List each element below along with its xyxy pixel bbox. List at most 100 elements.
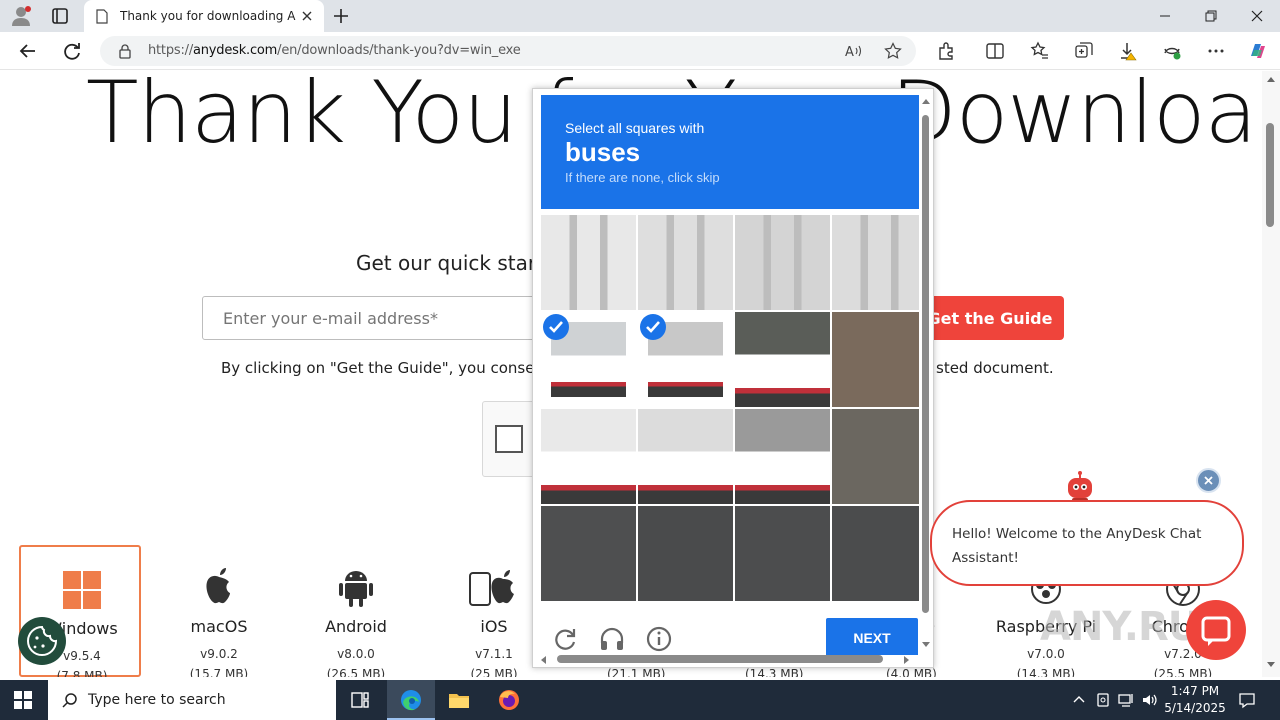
captcha-tile[interactable] [832,506,919,601]
page-scrollbar[interactable] [1262,71,1280,677]
captcha-tile[interactable] [638,506,733,601]
os-name: macOS [190,617,248,636]
get-guide-button[interactable]: Get the Guide [916,296,1064,340]
captcha-target: buses [565,137,641,167]
restore-button[interactable] [1188,0,1234,32]
captcha-tile[interactable] [638,409,733,504]
tab-actions-icon[interactable] [50,6,70,26]
captcha-tile[interactable] [541,409,636,504]
captcha-hscroll-thumb[interactable] [557,655,883,663]
downloads-icon[interactable] [1118,41,1138,61]
scroll-up-icon[interactable] [1266,75,1276,83]
captcha-tile[interactable] [735,409,830,504]
close-window-button[interactable] [1234,0,1280,32]
recaptcha-checkbox[interactable] [495,425,523,453]
minimize-icon [1160,15,1170,17]
captcha-header: Select all squares with buses If there a… [541,95,919,209]
chat-icon [1201,616,1231,646]
captcha-scroll-right-icon[interactable] [903,655,911,665]
restore-icon [1205,10,1217,22]
captcha-tile-image [735,409,830,504]
scrollbar-thumb[interactable] [1266,123,1274,227]
captcha-tile-image [638,409,733,504]
favorite-star-icon[interactable] [884,42,902,60]
split-screen-icon[interactable] [985,41,1005,61]
show-hidden-icons-icon[interactable] [1070,691,1088,709]
system-clock[interactable]: 1:47 PM 5/14/2025 [1164,683,1226,717]
more-options-icon[interactable] [1206,41,1226,61]
info-icon[interactable] [645,625,673,653]
reload-icon[interactable] [551,625,579,653]
os-size-partial: (4.0 MB) [886,667,937,677]
back-icon[interactable] [17,40,39,62]
chat-welcome-bubble[interactable]: Hello! Welcome to the AnyDesk Chat Assis… [930,500,1244,586]
captcha-scroll-left-icon[interactable] [539,655,547,665]
captcha-tile[interactable] [541,506,636,601]
audio-challenge-icon[interactable] [598,625,626,653]
os-size: (25.5 MB) [1153,667,1213,677]
collections-icon[interactable] [1074,41,1094,61]
read-aloud-icon[interactable]: A [844,42,864,60]
os-version: v9.0.2 [200,647,238,661]
address-bar-row: https://anydesk.com/en/downloads/thank-y… [0,32,1280,70]
chat-close-button[interactable] [1196,468,1221,493]
captcha-tile-image [541,215,636,310]
os-option-android[interactable]: Android v8.0.0 (26.5 MB) [295,545,417,677]
captcha-tile[interactable] [735,215,830,310]
favorites-icon[interactable] [1030,41,1050,61]
search-placeholder: Type here to search [88,692,226,708]
scroll-down-icon[interactable] [1266,661,1276,669]
volume-icon[interactable] [1141,691,1159,709]
clock-date: 5/14/2025 [1164,701,1226,715]
captcha-hscrollbar[interactable] [537,652,919,666]
captcha-tile[interactable] [541,215,636,310]
captcha-tile-image [832,409,919,504]
captcha-tile[interactable] [735,506,830,601]
windows-start-icon[interactable] [14,691,32,709]
cookie-settings-button[interactable] [18,617,66,665]
url-path: /en/downloads/thank-you?dv=win_exe [277,43,521,58]
notifications-icon[interactable] [1238,691,1256,709]
captcha-tile[interactable] [832,215,919,310]
os-option-macos[interactable]: macOS v9.0.2 (15.7 MB) [158,545,280,677]
captcha-footer: NEXT [541,609,919,655]
taskbar-explorer-button[interactable] [435,680,483,720]
captcha-tile-image [735,312,830,407]
cookie-icon [27,625,58,656]
profile-icon[interactable] [10,5,32,27]
chat-launcher-button[interactable] [1186,600,1246,660]
refresh-icon[interactable] [61,40,83,62]
extensions-icon[interactable] [936,41,956,61]
copilot-icon[interactable] [1248,41,1268,61]
captcha-tile[interactable] [638,312,733,407]
active-tab[interactable]: Thank you for downloading AnyDesk [84,0,324,32]
consent-text-end: sted document. [936,359,1054,377]
lock-icon[interactable] [118,44,132,59]
captcha-scrollbar[interactable] [919,95,931,651]
captcha-tile[interactable] [638,215,733,310]
network-icon[interactable] [1117,691,1135,709]
captcha-next-button[interactable]: NEXT [826,618,918,655]
minimize-button[interactable] [1142,0,1188,32]
captcha-tile[interactable] [735,312,830,407]
captcha-tile-image [638,506,733,601]
captcha-tile[interactable] [832,312,919,407]
taskbar-search-box[interactable]: Type here to search [48,680,336,720]
browser-essentials-icon[interactable] [1162,41,1182,61]
captcha-tile[interactable] [832,409,919,504]
new-tab-icon[interactable] [332,7,350,25]
captcha-scroll-thumb[interactable] [922,115,929,613]
url-prefix: https:// [148,43,193,58]
email-field[interactable] [202,296,542,340]
captcha-scroll-down-icon[interactable] [921,641,931,649]
captcha-scroll-up-icon[interactable] [921,97,931,105]
taskbar-edge-button[interactable] [387,680,435,720]
captcha-tile[interactable] [541,312,636,407]
captcha-challenge: Select all squares with buses If there a… [532,88,934,668]
taskbar-firefox-button[interactable] [485,680,533,720]
device-icon[interactable] [1094,691,1112,709]
url-field[interactable]: https://anydesk.com/en/downloads/thank-y… [100,36,916,66]
close-tab-icon[interactable] [300,9,314,23]
task-view-button[interactable] [336,680,384,720]
checkmark-icon [543,314,569,340]
